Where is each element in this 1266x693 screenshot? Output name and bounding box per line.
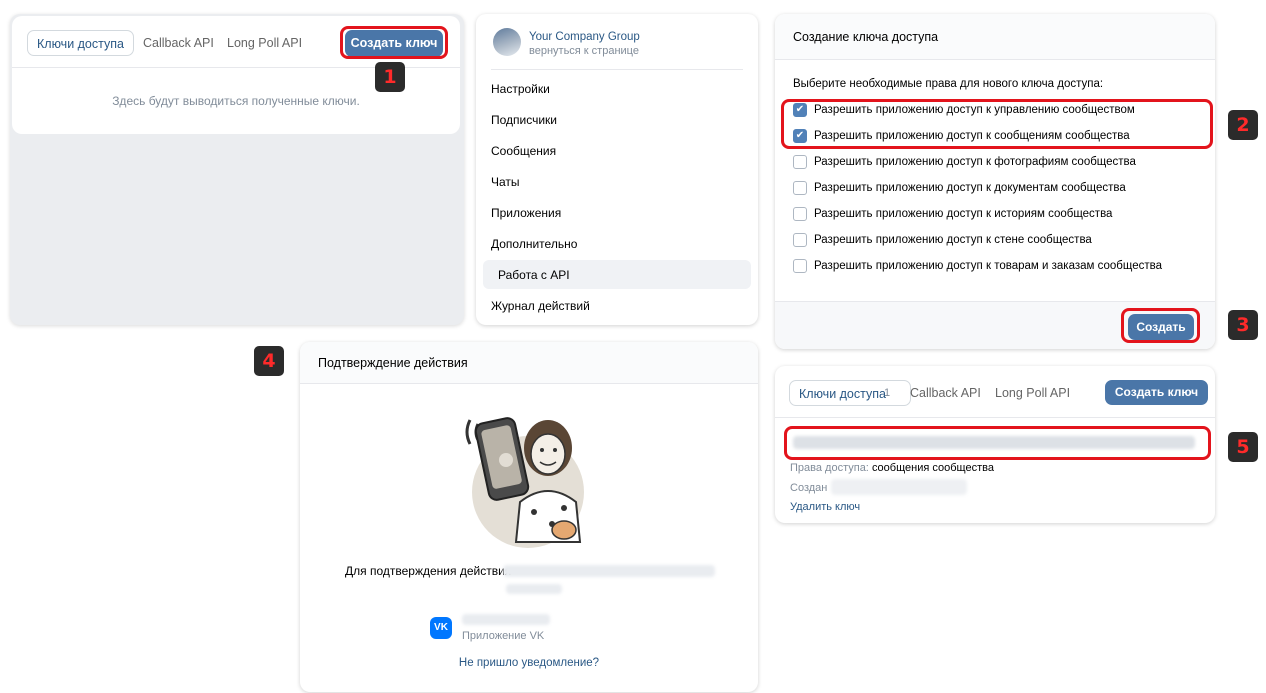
permission-row[interactable]: Разрешить приложению доступ к историям с…	[793, 207, 1112, 221]
no-notification-link[interactable]: Не пришло уведомление?	[300, 657, 758, 669]
confirm-action-dialog: Подтверждение действия Для подтверждения…	[300, 342, 758, 692]
key-count-badge: 1	[884, 387, 891, 399]
highlight-access-key	[784, 426, 1211, 460]
step-badge-2: 2	[1228, 110, 1258, 140]
step-badge-1: 1	[375, 62, 405, 92]
tab-callback-api-result[interactable]: Callback API	[901, 380, 990, 406]
tab-access-keys-result[interactable]: Ключи доступа	[789, 380, 911, 406]
menu-item-api[interactable]: Работа с API	[498, 268, 570, 282]
checkbox-unchecked[interactable]	[793, 207, 807, 221]
permission-label: Разрешить приложению доступ к документам…	[814, 182, 1126, 194]
menu-item-messages[interactable]: Сообщения	[491, 144, 556, 158]
delete-key-link[interactable]: Удалить ключ	[790, 501, 860, 513]
phone-illustration-icon	[465, 417, 584, 548]
permission-label: Разрешить приложению доступ к стене сооб…	[814, 234, 1092, 246]
checkbox-unchecked[interactable]	[793, 181, 807, 195]
created-date-hidden	[831, 479, 967, 495]
checkbox-unchecked[interactable]	[793, 233, 807, 247]
highlight-create	[1121, 308, 1200, 343]
confirm-text: Для подтверждения действия	[345, 564, 512, 578]
highlight-permissions	[781, 99, 1213, 149]
confirm-title: Подтверждение действия	[300, 342, 758, 384]
menu-item-advanced[interactable]: Дополнительно	[491, 237, 577, 251]
menu-item-action-log[interactable]: Журнал действий	[491, 299, 590, 313]
community-menu: Your Company Group вернуться к странице …	[476, 14, 758, 325]
checkbox-unchecked[interactable]	[793, 155, 807, 169]
tab-long-poll-api-result[interactable]: Long Poll API	[986, 380, 1079, 406]
account-name-hidden	[462, 614, 550, 625]
highlight-create-key	[340, 26, 448, 59]
permission-row[interactable]: Разрешить приложению доступ к стене сооб…	[793, 233, 1092, 247]
menu-item-subscribers[interactable]: Подписчики	[491, 113, 557, 127]
permission-row[interactable]: Разрешить приложению доступ к документам…	[793, 181, 1126, 195]
permission-label: Разрешить приложению доступ к фотография…	[814, 156, 1136, 168]
empty-keys-text: Здесь будут выводиться полученные ключи.	[112, 94, 360, 108]
vk-logo-icon: VK	[430, 617, 452, 639]
group-name[interactable]: Your Company Group	[529, 31, 640, 43]
created-label: Создан	[790, 482, 828, 494]
rights-label: Права доступа:	[790, 462, 869, 474]
step-badge-4: 4	[254, 346, 284, 376]
create-key-dialog: Создание ключа доступа Выберите необходи…	[775, 14, 1215, 349]
permission-row[interactable]: Разрешить приложению доступ к товарам и …	[793, 259, 1162, 273]
app-label: Приложение VK	[462, 630, 545, 642]
step-badge-3: 3	[1228, 310, 1258, 340]
menu-item-apps[interactable]: Приложения	[491, 206, 561, 220]
avatar[interactable]	[493, 28, 521, 56]
menu-item-chats[interactable]: Чаты	[491, 175, 520, 189]
checkbox-unchecked[interactable]	[793, 259, 807, 273]
tab-callback-api[interactable]: Callback API	[134, 30, 223, 56]
back-to-page-link[interactable]: вернуться к странице	[529, 45, 639, 57]
confirm-text-hidden	[503, 565, 715, 577]
rights-line: Права доступа: сообщения сообщества	[790, 462, 994, 474]
divider	[491, 69, 743, 70]
permission-label: Разрешить приложению доступ к товарам и …	[814, 260, 1162, 272]
tab-access-keys[interactable]: Ключи доступа	[27, 30, 134, 56]
permission-label: Разрешить приложению доступ к историям с…	[814, 208, 1113, 220]
step-badge-5: 5	[1228, 432, 1258, 462]
menu-item-settings[interactable]: Настройки	[491, 82, 550, 96]
tab-long-poll-api[interactable]: Long Poll API	[218, 30, 311, 56]
confirm-text-hidden-2	[506, 584, 562, 594]
rights-value: сообщения сообщества	[871, 462, 994, 474]
result-tabs: Ключи доступа 1 Callback API Long Poll A…	[775, 366, 1215, 418]
create-key-button-result[interactable]: Создать ключ	[1105, 380, 1208, 405]
permissions-intro: Выберите необходимые права для нового кл…	[793, 78, 1104, 90]
dialog-title: Создание ключа доступа	[775, 14, 1215, 60]
permission-row[interactable]: Разрешить приложению доступ к фотография…	[793, 155, 1136, 169]
